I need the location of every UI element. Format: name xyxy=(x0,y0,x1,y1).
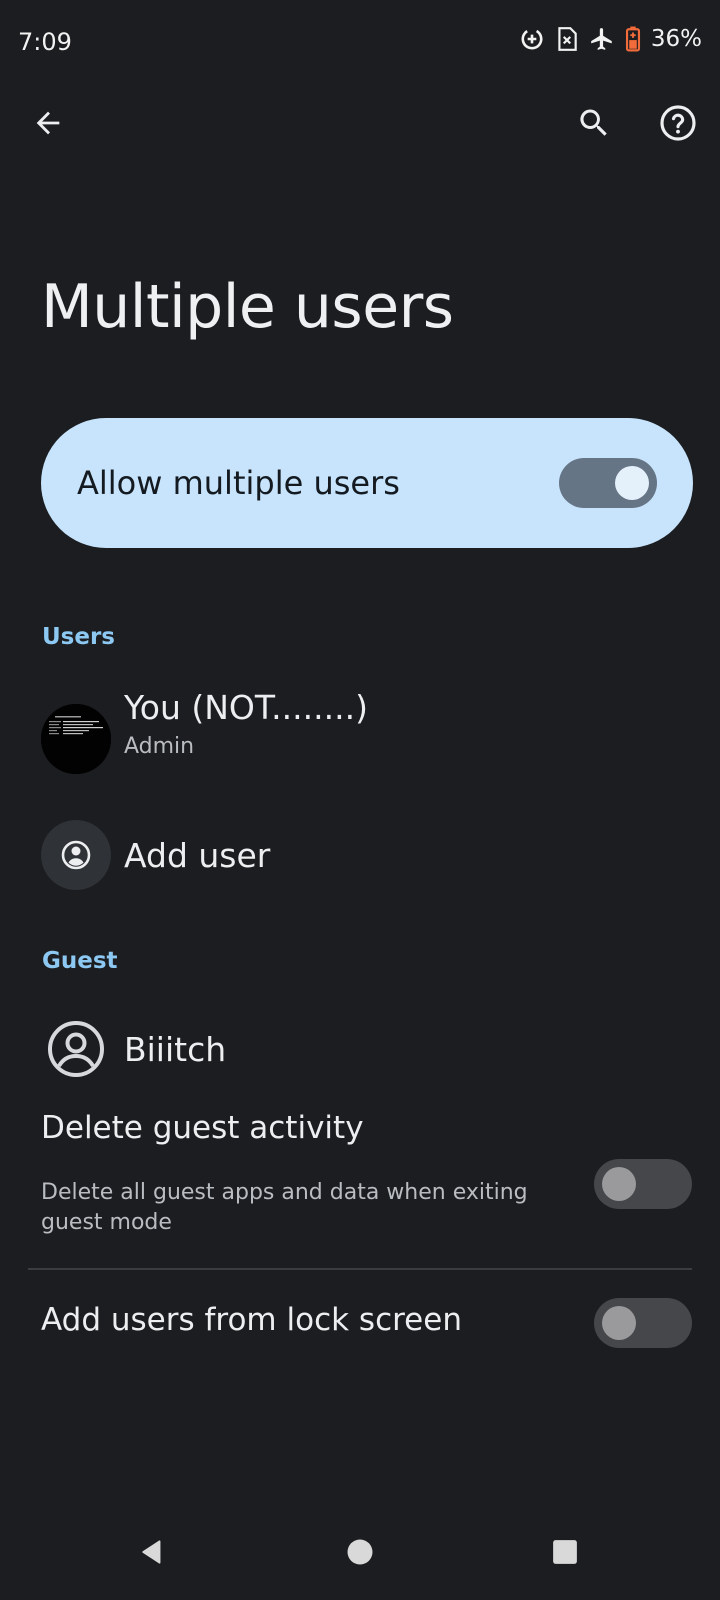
delete-guest-activity-toggle[interactable] xyxy=(594,1159,692,1209)
data-saver-icon xyxy=(519,26,545,52)
nav-recents-button[interactable] xyxy=(535,1522,595,1582)
search-icon xyxy=(580,109,607,136)
allow-multiple-users-label: Allow multiple users xyxy=(77,464,400,502)
add-user-avatar xyxy=(41,820,111,890)
status-bar: 7:09 36% xyxy=(0,0,720,88)
nav-home-icon xyxy=(347,1539,373,1565)
delete-guest-activity-item[interactable]: Delete guest activity Delete all guest a… xyxy=(0,1100,720,1240)
settings-screen: 7:09 36% Multiple users Allow multiple u… xyxy=(0,0,720,1600)
search-button[interactable] xyxy=(566,95,622,151)
users-section-header: Users xyxy=(42,624,115,650)
user-avatar xyxy=(41,704,111,774)
nav-back-icon xyxy=(142,1540,161,1564)
add-user-item[interactable]: Add user xyxy=(0,812,720,904)
add-user-label: Add user xyxy=(124,836,271,875)
guest-avatar xyxy=(41,1014,111,1084)
arrow-back-icon xyxy=(36,111,60,135)
guest-section-header: Guest xyxy=(42,948,118,974)
current-user-name: You (NOT........) xyxy=(124,688,368,727)
top-app-bar xyxy=(0,88,720,168)
battery-percent: 36% xyxy=(650,26,702,52)
add-users-lock-screen-title: Add users from lock screen xyxy=(41,1302,462,1338)
allow-multiple-users-toggle[interactable] xyxy=(559,458,657,508)
nav-home-button[interactable] xyxy=(330,1522,390,1582)
allow-multiple-users-switch-bar[interactable]: Allow multiple users xyxy=(41,418,693,548)
back-button[interactable] xyxy=(20,95,76,151)
current-user-role: Admin xyxy=(124,734,195,759)
divider xyxy=(28,1268,692,1270)
nav-back-button[interactable] xyxy=(122,1522,182,1582)
battery-saver-icon xyxy=(625,26,641,52)
navigation-bar xyxy=(0,1510,720,1600)
delete-guest-activity-title: Delete guest activity xyxy=(41,1110,364,1146)
guest-user-item[interactable]: Biiitch xyxy=(0,1004,720,1096)
toggle-thumb xyxy=(602,1167,636,1201)
airplane-mode-icon xyxy=(589,26,615,52)
help-button[interactable] xyxy=(650,95,706,151)
page-title: Multiple users xyxy=(41,272,454,342)
add-users-lock-screen-toggle[interactable] xyxy=(594,1298,692,1348)
current-user-item[interactable]: You (NOT........) Admin xyxy=(0,688,720,796)
guest-user-name: Biiitch xyxy=(124,1030,227,1069)
add-users-lock-screen-item[interactable]: Add users from lock screen xyxy=(0,1284,720,1384)
delete-guest-activity-summary: Delete all guest apps and data when exit… xyxy=(41,1180,528,1235)
account-circle-icon xyxy=(61,840,91,870)
toggle-thumb xyxy=(615,466,649,500)
toggle-thumb xyxy=(602,1306,636,1340)
status-time: 7:09 xyxy=(18,28,72,56)
account-circle-outline-icon xyxy=(48,1021,104,1077)
nav-recents-icon xyxy=(553,1540,577,1564)
help-icon xyxy=(660,105,696,141)
sim-off-icon xyxy=(555,26,579,52)
status-icons: 36% xyxy=(519,26,702,52)
